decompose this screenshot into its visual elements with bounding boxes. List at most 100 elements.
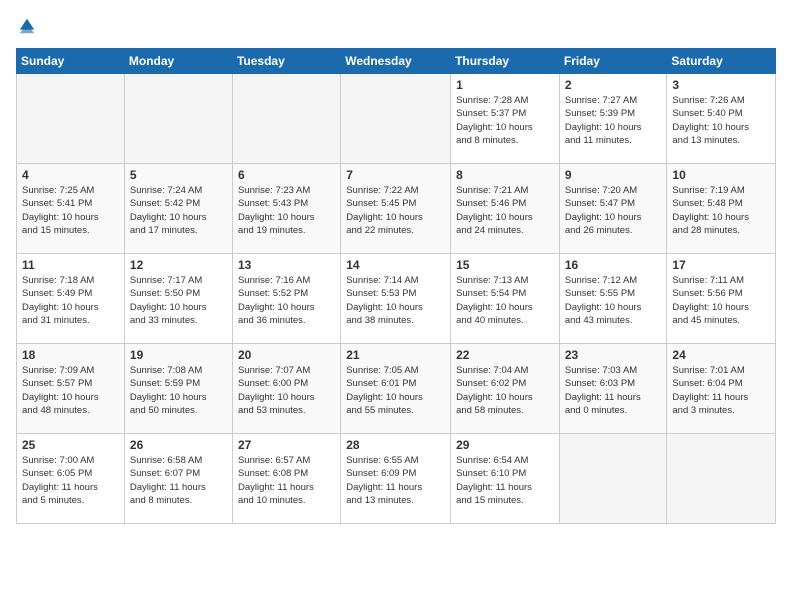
day-number: 28: [346, 438, 445, 452]
calendar-cell: 1 Sunrise: 7:28 AM Sunset: 5:37 PM Daylig…: [451, 74, 560, 164]
day-number: 25: [22, 438, 119, 452]
calendar-week-5: 25 Sunrise: 7:00 AM Sunset: 6:05 PM Dayli…: [17, 434, 776, 524]
day-info: Sunrise: 7:18 AM Sunset: 5:49 PM Dayligh…: [22, 274, 119, 327]
calendar-header-wednesday: Wednesday: [341, 49, 451, 74]
calendar-cell: 4 Sunrise: 7:25 AM Sunset: 5:41 PM Daylig…: [17, 164, 125, 254]
day-info: Sunrise: 7:12 AM Sunset: 5:55 PM Dayligh…: [565, 274, 662, 327]
calendar-week-3: 11Sunrise: 7:18 AM Sunset: 5:49 PM Dayli…: [17, 254, 776, 344]
calendar-cell: [667, 434, 776, 524]
day-number: 2: [565, 78, 662, 92]
calendar-cell: 22 Sunrise: 7:04 AM Sunset: 6:02 PM Dayli…: [451, 344, 560, 434]
calendar-cell: 27 Sunrise: 6:57 AM Sunset: 6:08 PM Dayli…: [232, 434, 340, 524]
calendar-cell: 19 Sunrise: 7:08 AM Sunset: 5:59 PM Dayli…: [124, 344, 232, 434]
calendar-cell: [341, 74, 451, 164]
day-info: Sunrise: 7:17 AM Sunset: 5:50 PM Dayligh…: [130, 274, 227, 327]
day-info: Sunrise: 7:28 AM Sunset: 5:37 PM Dayligh…: [456, 94, 554, 147]
day-info: Sunrise: 7:26 AM Sunset: 5:40 PM Dayligh…: [672, 94, 770, 147]
day-number: 16: [565, 258, 662, 272]
day-info: Sunrise: 6:57 AM Sunset: 6:08 PM Dayligh…: [238, 454, 335, 507]
calendar-cell: 16 Sunrise: 7:12 AM Sunset: 5:55 PM Dayli…: [559, 254, 667, 344]
day-info: Sunrise: 7:08 AM Sunset: 5:59 PM Dayligh…: [130, 364, 227, 417]
day-info: Sunrise: 7:16 AM Sunset: 5:52 PM Dayligh…: [238, 274, 335, 327]
calendar-cell: 29 Sunrise: 6:54 AM Sunset: 6:10 PM Dayli…: [451, 434, 560, 524]
calendar-header-tuesday: Tuesday: [232, 49, 340, 74]
day-info: Sunrise: 7:04 AM Sunset: 6:02 PM Dayligh…: [456, 364, 554, 417]
calendar-cell: 23 Sunrise: 7:03 AM Sunset: 6:03 PM Dayli…: [559, 344, 667, 434]
day-number: 10: [672, 168, 770, 182]
calendar-cell: 7Sunrise: 7:22 AM Sunset: 5:45 PM Daylig…: [341, 164, 451, 254]
calendar-header-monday: Monday: [124, 49, 232, 74]
day-number: 4: [22, 168, 119, 182]
calendar-header-friday: Friday: [559, 49, 667, 74]
day-number: 26: [130, 438, 227, 452]
day-number: 12: [130, 258, 227, 272]
day-info: Sunrise: 7:05 AM Sunset: 6:01 PM Dayligh…: [346, 364, 445, 417]
day-info: Sunrise: 7:13 AM Sunset: 5:54 PM Dayligh…: [456, 274, 554, 327]
day-info: Sunrise: 6:58 AM Sunset: 6:07 PM Dayligh…: [130, 454, 227, 507]
day-number: 1: [456, 78, 554, 92]
calendar-cell: 2 Sunrise: 7:27 AM Sunset: 5:39 PM Daylig…: [559, 74, 667, 164]
day-number: 23: [565, 348, 662, 362]
calendar-header-thursday: Thursday: [451, 49, 560, 74]
calendar-cell: 11Sunrise: 7:18 AM Sunset: 5:49 PM Dayli…: [17, 254, 125, 344]
day-info: Sunrise: 7:11 AM Sunset: 5:56 PM Dayligh…: [672, 274, 770, 327]
calendar-header-row: SundayMondayTuesdayWednesdayThursdayFrid…: [17, 49, 776, 74]
day-number: 18: [22, 348, 119, 362]
calendar-week-1: 1 Sunrise: 7:28 AM Sunset: 5:37 PM Daylig…: [17, 74, 776, 164]
day-number: 14: [346, 258, 445, 272]
day-info: Sunrise: 7:00 AM Sunset: 6:05 PM Dayligh…: [22, 454, 119, 507]
calendar-cell: 9Sunrise: 7:20 AM Sunset: 5:47 PM Daylig…: [559, 164, 667, 254]
day-info: Sunrise: 7:09 AM Sunset: 5:57 PM Dayligh…: [22, 364, 119, 417]
calendar-table: SundayMondayTuesdayWednesdayThursdayFrid…: [16, 48, 776, 524]
calendar-cell: 25 Sunrise: 7:00 AM Sunset: 6:05 PM Dayli…: [17, 434, 125, 524]
day-info: Sunrise: 7:27 AM Sunset: 5:39 PM Dayligh…: [565, 94, 662, 147]
calendar-cell: 3 Sunrise: 7:26 AM Sunset: 5:40 PM Daylig…: [667, 74, 776, 164]
day-number: 7: [346, 168, 445, 182]
day-number: 5: [130, 168, 227, 182]
logo: [16, 16, 36, 40]
day-info: Sunrise: 7:03 AM Sunset: 6:03 PM Dayligh…: [565, 364, 662, 417]
day-number: 17: [672, 258, 770, 272]
calendar-cell: [124, 74, 232, 164]
logo-icon: [18, 17, 36, 35]
calendar-cell: 12 Sunrise: 7:17 AM Sunset: 5:50 PM Dayli…: [124, 254, 232, 344]
day-number: 9: [565, 168, 662, 182]
day-info: Sunrise: 7:25 AM Sunset: 5:41 PM Dayligh…: [22, 184, 119, 237]
day-number: 8: [456, 168, 554, 182]
day-info: Sunrise: 7:21 AM Sunset: 5:46 PM Dayligh…: [456, 184, 554, 237]
day-number: 20: [238, 348, 335, 362]
calendar-cell: [232, 74, 340, 164]
calendar-cell: 15 Sunrise: 7:13 AM Sunset: 5:54 PM Dayli…: [451, 254, 560, 344]
calendar-cell: 13Sunrise: 7:16 AM Sunset: 5:52 PM Dayli…: [232, 254, 340, 344]
calendar-cell: 14 Sunrise: 7:14 AM Sunset: 5:53 PM Dayli…: [341, 254, 451, 344]
calendar-cell: 26 Sunrise: 6:58 AM Sunset: 6:07 PM Dayli…: [124, 434, 232, 524]
day-number: 22: [456, 348, 554, 362]
calendar-cell: 28 Sunrise: 6:55 AM Sunset: 6:09 PM Dayli…: [341, 434, 451, 524]
day-info: Sunrise: 7:19 AM Sunset: 5:48 PM Dayligh…: [672, 184, 770, 237]
calendar-cell: 8 Sunrise: 7:21 AM Sunset: 5:46 PM Daylig…: [451, 164, 560, 254]
day-number: 3: [672, 78, 770, 92]
day-number: 15: [456, 258, 554, 272]
calendar-cell: [559, 434, 667, 524]
calendar-cell: 17 Sunrise: 7:11 AM Sunset: 5:56 PM Dayli…: [667, 254, 776, 344]
day-info: Sunrise: 6:55 AM Sunset: 6:09 PM Dayligh…: [346, 454, 445, 507]
day-info: Sunrise: 7:07 AM Sunset: 6:00 PM Dayligh…: [238, 364, 335, 417]
calendar-cell: 20 Sunrise: 7:07 AM Sunset: 6:00 PM Dayli…: [232, 344, 340, 434]
calendar-cell: 5Sunrise: 7:24 AM Sunset: 5:42 PM Daylig…: [124, 164, 232, 254]
day-number: 21: [346, 348, 445, 362]
calendar-header-saturday: Saturday: [667, 49, 776, 74]
calendar-cell: 21 Sunrise: 7:05 AM Sunset: 6:01 PM Dayli…: [341, 344, 451, 434]
day-number: 24: [672, 348, 770, 362]
day-number: 27: [238, 438, 335, 452]
calendar-cell: [17, 74, 125, 164]
day-number: 19: [130, 348, 227, 362]
day-info: Sunrise: 7:23 AM Sunset: 5:43 PM Dayligh…: [238, 184, 335, 237]
calendar-week-4: 18 Sunrise: 7:09 AM Sunset: 5:57 PM Dayli…: [17, 344, 776, 434]
day-number: 29: [456, 438, 554, 452]
day-info: Sunrise: 7:14 AM Sunset: 5:53 PM Dayligh…: [346, 274, 445, 327]
calendar-cell: 10 Sunrise: 7:19 AM Sunset: 5:48 PM Dayli…: [667, 164, 776, 254]
calendar-cell: 18 Sunrise: 7:09 AM Sunset: 5:57 PM Dayli…: [17, 344, 125, 434]
calendar-week-2: 4 Sunrise: 7:25 AM Sunset: 5:41 PM Daylig…: [17, 164, 776, 254]
day-info: Sunrise: 6:54 AM Sunset: 6:10 PM Dayligh…: [456, 454, 554, 507]
day-info: Sunrise: 7:01 AM Sunset: 6:04 PM Dayligh…: [672, 364, 770, 417]
